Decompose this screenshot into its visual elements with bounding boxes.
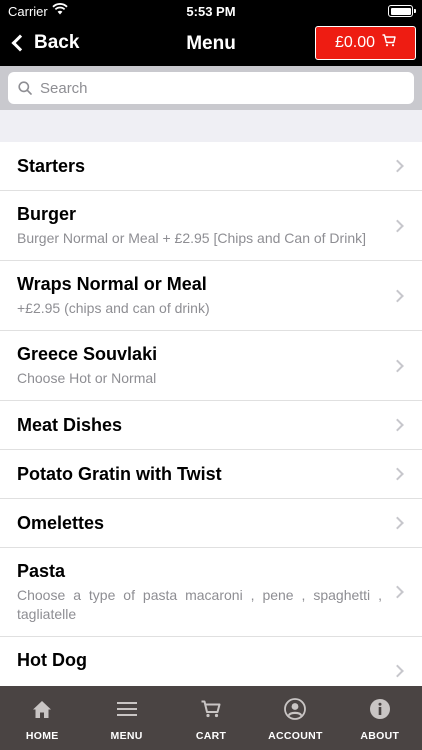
menu-item-name: Meat Dishes	[17, 415, 123, 435]
menu-item-name: Greece Souvlaki	[17, 344, 158, 364]
menu-item-hot-dog[interactable]: Hot Dog	[0, 637, 422, 686]
tab-cart[interactable]: CART	[169, 686, 253, 750]
menu-item-name: Burger	[17, 204, 77, 224]
cart-icon	[200, 698, 222, 720]
tab-about[interactable]: ABOUT	[338, 686, 422, 750]
chevron-right-icon	[391, 664, 404, 678]
menu-item-description: Choose a type of pasta macaroni , pene ,…	[17, 587, 382, 622]
tab-label: MENU	[110, 730, 143, 742]
section-spacer	[0, 110, 422, 142]
menu-item-starters[interactable]: Starters	[0, 142, 422, 191]
menu-list: Starters Burger Burger Normal or Meal + …	[0, 142, 422, 686]
account-icon	[284, 698, 307, 720]
battery-icon	[388, 5, 416, 17]
status-bar: Carrier 5:53 PM	[0, 0, 422, 22]
menu-icon	[116, 698, 138, 720]
navigation-bar: Back Menu £0.00	[0, 22, 422, 66]
menu-item-name: Hot Dog	[17, 650, 87, 670]
tab-label: CART	[195, 730, 227, 742]
chevron-left-icon	[11, 34, 29, 52]
cart-total: £0.00	[334, 34, 376, 51]
search-icon	[18, 81, 32, 95]
menu-item-name: Wraps Normal or Meal	[17, 274, 207, 294]
tab-label: ACCOUNT	[268, 730, 323, 742]
menu-item-description: Choose Hot or Normal	[17, 370, 157, 386]
chevron-right-icon	[391, 467, 404, 481]
search-field[interactable]	[8, 72, 414, 104]
chevron-right-icon	[391, 159, 404, 173]
info-icon	[369, 698, 391, 720]
chevron-right-icon	[391, 585, 404, 599]
tab-account[interactable]: ACCOUNT	[253, 686, 337, 750]
menu-item-burger[interactable]: Burger Burger Normal or Meal + £2.95 [Ch…	[0, 191, 422, 261]
chevron-right-icon	[391, 418, 404, 432]
menu-item-wraps[interactable]: Wraps Normal or Meal +£2.95 (chips and c…	[0, 261, 422, 331]
chevron-right-icon	[391, 516, 404, 530]
chevron-right-icon	[391, 219, 404, 232]
menu-item-description: +£2.95 (chips and can of drink)	[17, 300, 210, 316]
back-button[interactable]: Back	[8, 28, 79, 58]
chevron-right-icon	[391, 289, 404, 302]
search-input[interactable]	[40, 79, 380, 97]
tab-label: HOME	[25, 730, 59, 742]
cart-total-button[interactable]: £0.00	[315, 26, 416, 60]
home-icon	[31, 698, 53, 720]
menu-item-name: Pasta	[17, 561, 66, 581]
menu-item-meat-dishes[interactable]: Meat Dishes	[0, 401, 422, 450]
menu-item-potato-gratin[interactable]: Potato Gratin with Twist	[0, 450, 422, 499]
cart-icon	[382, 34, 396, 52]
clock: 5:53 PM	[186, 4, 236, 19]
menu-item-greece-souvlaki[interactable]: Greece Souvlaki Choose Hot or Normal	[0, 331, 422, 401]
menu-item-omelettes[interactable]: Omelettes	[0, 499, 422, 548]
search-bar	[0, 66, 422, 110]
back-label: Back	[34, 32, 80, 53]
menu-item-description: Burger Normal or Meal + £2.95 [Chips and…	[17, 230, 366, 246]
menu-item-pasta[interactable]: Pasta Choose a type of pasta macaroni , …	[0, 548, 422, 637]
top-bar: Carrier 5:53 PM Back Menu £0.00	[0, 0, 422, 66]
menu-item-name: Omelettes	[17, 513, 105, 533]
menu-item-name: Potato Gratin with Twist	[17, 464, 222, 484]
tab-label: ABOUT	[360, 730, 400, 742]
tab-home[interactable]: HOME	[0, 686, 84, 750]
tab-bar: HOME MENU CART ACCOUNT ABOUT	[0, 686, 422, 750]
chevron-right-icon	[391, 359, 404, 372]
menu-item-name: Starters	[17, 156, 86, 176]
tab-menu[interactable]: MENU	[84, 686, 168, 750]
